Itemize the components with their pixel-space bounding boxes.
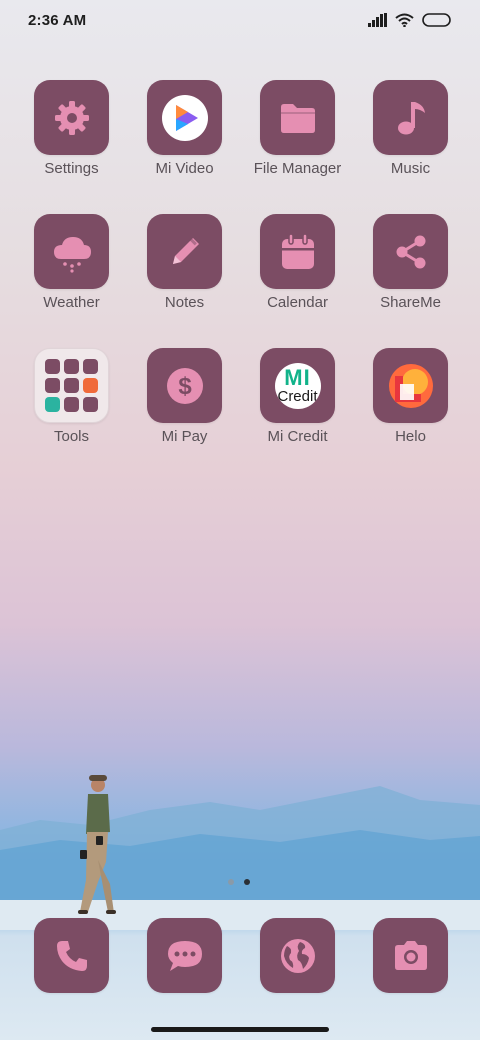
signal-icon xyxy=(368,13,387,27)
app-file-manager[interactable]: File Manager xyxy=(241,80,354,190)
page-dot[interactable] xyxy=(228,879,234,885)
file-manager-tile[interactable] xyxy=(260,80,335,155)
app-label: ShareMe xyxy=(380,294,441,311)
mi-video-tile[interactable] xyxy=(147,80,222,155)
dock-camera[interactable] xyxy=(373,918,448,993)
folder-icon xyxy=(280,103,315,133)
app-tools-folder[interactable]: Tools xyxy=(15,348,128,458)
mi-credit-logo-mark: MI xyxy=(284,364,311,390)
globe-icon xyxy=(280,938,315,973)
app-weather[interactable]: Weather xyxy=(15,214,128,324)
browser-tile[interactable] xyxy=(260,918,335,993)
play-icon xyxy=(161,94,208,141)
status-bar: 2:36 AM xyxy=(0,0,480,44)
app-notes[interactable]: Notes xyxy=(128,214,241,324)
shareme-tile[interactable] xyxy=(373,214,448,289)
weather-tile[interactable] xyxy=(34,214,109,289)
app-mi-video[interactable]: Mi Video xyxy=(128,80,241,190)
app-music[interactable]: Music xyxy=(354,80,467,190)
app-label: Music xyxy=(390,160,431,177)
mini-app-icon xyxy=(45,359,60,374)
app-label: Helo xyxy=(395,428,426,445)
page-indicator[interactable] xyxy=(228,879,250,885)
cloud-rain-icon xyxy=(53,236,91,273)
app-settings[interactable]: Settings xyxy=(15,80,128,190)
mini-app-icon xyxy=(64,378,79,393)
wallpaper-person xyxy=(78,775,116,914)
helo-tile[interactable] xyxy=(373,348,448,423)
notes-tile[interactable] xyxy=(147,214,222,289)
mini-app-icon xyxy=(83,359,98,374)
folder-grid-icon[interactable] xyxy=(34,348,109,423)
dollar-icon: $ xyxy=(166,367,203,404)
pencil-icon xyxy=(172,237,199,264)
mini-app-icon xyxy=(64,397,79,412)
status-icons xyxy=(368,13,452,27)
camera-tile[interactable] xyxy=(373,918,448,993)
settings-tile[interactable] xyxy=(34,80,109,155)
dock-messages[interactable] xyxy=(147,918,222,993)
mi-credit-logo: MI Credit xyxy=(274,362,321,409)
phone-icon xyxy=(56,940,87,971)
mi-credit-logo-sub: Credit xyxy=(277,387,318,405)
helo-logo xyxy=(388,363,433,408)
calendar-icon xyxy=(281,232,314,269)
mini-app-icon xyxy=(83,397,98,412)
battery-icon xyxy=(422,13,451,27)
music-tile[interactable] xyxy=(373,80,448,155)
phone-tile[interactable] xyxy=(34,918,109,993)
app-helo[interactable]: Helo xyxy=(354,348,467,458)
mini-app-icon xyxy=(64,359,79,374)
svg-text:$: $ xyxy=(178,373,192,400)
mi-pay-tile[interactable]: $ xyxy=(147,348,222,423)
mini-app-icon xyxy=(83,378,98,393)
message-icon xyxy=(167,940,202,971)
mi-credit-tile[interactable]: MI Credit xyxy=(260,348,335,423)
page-dot-active[interactable] xyxy=(244,879,250,885)
app-shareme[interactable]: ShareMe xyxy=(354,214,467,324)
camera-icon xyxy=(394,940,427,970)
dock-phone[interactable] xyxy=(34,918,109,993)
status-time: 2:36 AM xyxy=(28,12,87,29)
wifi-icon xyxy=(395,13,414,27)
mini-app-icon xyxy=(45,397,60,412)
messages-tile[interactable] xyxy=(147,918,222,993)
app-calendar[interactable]: Calendar xyxy=(241,214,354,324)
home-indicator[interactable] xyxy=(151,1027,329,1032)
gear-icon xyxy=(54,100,89,135)
dock-browser[interactable] xyxy=(260,918,335,993)
share-icon xyxy=(396,235,425,268)
mini-app-icon xyxy=(45,378,60,393)
calendar-tile[interactable] xyxy=(260,214,335,289)
music-note-icon xyxy=(397,101,425,134)
app-mi-pay[interactable]: $ Mi Pay xyxy=(128,348,241,458)
app-mi-credit[interactable]: MI Credit Mi Credit xyxy=(241,348,354,458)
